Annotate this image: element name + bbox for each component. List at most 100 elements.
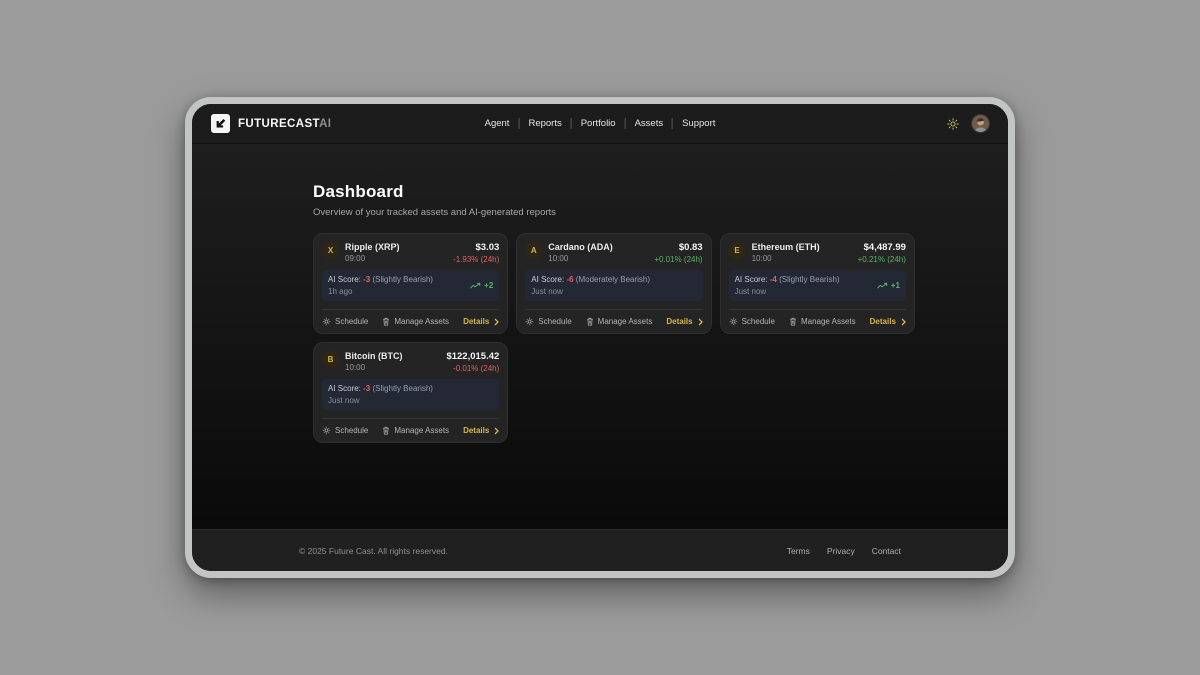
ai-sentiment: (Slightly Bearish) <box>373 275 433 284</box>
brand-name: FUTURECASTAI <box>238 118 331 130</box>
asset-change: +0.01% (24h) <box>654 255 702 264</box>
ai-score-label: AI Score: <box>328 384 361 393</box>
gear-icon <box>322 317 331 326</box>
schedule-button[interactable]: Schedule <box>322 317 368 326</box>
asset-letter-icon: E <box>729 242 746 259</box>
ai-score-label: AI Score: <box>735 275 768 284</box>
nav-separator <box>518 118 519 129</box>
asset-change: +0.21% (24h) <box>858 255 906 264</box>
brand[interactable]: FUTURECASTAI <box>211 114 331 133</box>
manage-assets-button[interactable]: Manage Assets <box>382 317 449 326</box>
nav-separator <box>571 118 572 129</box>
details-button[interactable]: Details <box>666 317 702 326</box>
divider <box>525 309 702 310</box>
chevron-right-icon <box>494 427 499 435</box>
asset-letter-icon: B <box>322 351 339 368</box>
page-subtitle: Overview of your tracked assets and AI-g… <box>313 207 887 218</box>
gear-icon <box>525 317 534 326</box>
ai-score-label: AI Score: <box>531 275 564 284</box>
footer-link-terms[interactable]: Terms <box>787 546 810 556</box>
asset-card-cardano: A Cardano (ADA) 10:00 $0.83 +0.01% (24h)… <box>516 233 711 334</box>
nav-item-reports[interactable]: Reports <box>528 118 561 129</box>
details-button[interactable]: Details <box>463 426 499 435</box>
asset-name: Ripple (XRP) <box>345 242 400 252</box>
ai-score-value: -4 <box>770 275 777 284</box>
schedule-button[interactable]: Schedule <box>729 317 775 326</box>
app-footer: © 2025 Future Cast. All rights reserved.… <box>192 529 1008 571</box>
manage-assets-button[interactable]: Manage Assets <box>586 317 653 326</box>
details-button[interactable]: Details <box>870 317 906 326</box>
trend-up-icon <box>470 282 481 290</box>
asset-time: 10:00 <box>548 254 613 263</box>
trash-icon <box>382 317 390 326</box>
divider <box>729 309 906 310</box>
asset-change: -0.01% (24h) <box>446 364 499 373</box>
asset-cards-grid: X Ripple (XRP) 09:00 $3.03 -1.93% (24h) … <box>313 233 887 443</box>
asset-time: 09:00 <box>345 254 400 263</box>
trash-icon <box>586 317 594 326</box>
chevron-right-icon <box>494 318 499 326</box>
trend-badge: +2 <box>470 281 493 290</box>
asset-price: $0.83 <box>654 242 702 253</box>
gear-icon <box>322 426 331 435</box>
schedule-button[interactable]: Schedule <box>525 317 571 326</box>
gear-icon <box>729 317 738 326</box>
ai-score-panel: AI Score: -4 (Slightly Bearish) Just now… <box>729 270 906 301</box>
topbar-right <box>945 115 989 132</box>
chevron-right-icon <box>901 318 906 326</box>
asset-letter-icon: A <box>525 242 542 259</box>
main-nav: Agent Reports Portfolio Assets Support <box>485 104 716 143</box>
ai-score-panel: AI Score: -3 (Slightly Bearish) Just now <box>322 379 499 410</box>
asset-name: Cardano (ADA) <box>548 242 613 252</box>
divider <box>322 418 499 419</box>
ai-score-panel: AI Score: -3 (Slightly Bearish) 1h ago +… <box>322 270 499 301</box>
page-title: Dashboard <box>313 182 887 202</box>
ai-sentiment: (Slightly Bearish) <box>779 275 839 284</box>
ai-score-value: -6 <box>566 275 573 284</box>
ai-updated: 1h ago <box>328 286 433 298</box>
nav-item-agent[interactable]: Agent <box>485 118 510 129</box>
details-button[interactable]: Details <box>463 317 499 326</box>
nav-separator <box>672 118 673 129</box>
nav-separator <box>625 118 626 129</box>
manage-assets-button[interactable]: Manage Assets <box>789 317 856 326</box>
copyright-text: © 2025 Future Cast. All rights reserved. <box>299 546 448 556</box>
asset-card-ethereum: E Ethereum (ETH) 10:00 $4,487.99 +0.21% … <box>720 233 915 334</box>
schedule-button[interactable]: Schedule <box>322 426 368 435</box>
ai-updated: Just now <box>328 395 433 407</box>
sun-icon[interactable] <box>945 116 961 132</box>
asset-price: $122,015.42 <box>446 351 499 362</box>
nav-item-portfolio[interactable]: Portfolio <box>581 118 616 129</box>
divider <box>322 309 499 310</box>
app-window: FUTURECASTAI Agent Reports Portfolio Ass… <box>185 97 1015 578</box>
asset-name: Ethereum (ETH) <box>752 242 820 252</box>
user-avatar[interactable] <box>972 115 989 132</box>
chevron-right-icon <box>698 318 703 326</box>
ai-score-value: -3 <box>363 275 370 284</box>
footer-link-privacy[interactable]: Privacy <box>827 546 855 556</box>
asset-price: $4,487.99 <box>858 242 906 253</box>
ai-sentiment: (Slightly Bearish) <box>373 384 433 393</box>
ai-score-value: -3 <box>363 384 370 393</box>
footer-link-contact[interactable]: Contact <box>872 546 901 556</box>
ai-score-label: AI Score: <box>328 275 361 284</box>
nav-item-support[interactable]: Support <box>682 118 715 129</box>
asset-price: $3.03 <box>453 242 499 253</box>
ai-updated: Just now <box>531 286 650 298</box>
asset-time: 10:00 <box>345 363 403 372</box>
asset-letter-icon: X <box>322 242 339 259</box>
asset-name: Bitcoin (BTC) <box>345 351 403 361</box>
asset-card-bitcoin: B Bitcoin (BTC) 10:00 $122,015.42 -0.01%… <box>313 342 508 443</box>
trend-up-icon <box>877 282 888 290</box>
ai-updated: Just now <box>735 286 840 298</box>
main-area: Dashboard Overview of your tracked asset… <box>192 144 1008 529</box>
brand-logo-icon <box>211 114 230 133</box>
manage-assets-button[interactable]: Manage Assets <box>382 426 449 435</box>
trash-icon <box>789 317 797 326</box>
ai-score-panel: AI Score: -6 (Moderately Bearish) Just n… <box>525 270 702 301</box>
nav-item-assets[interactable]: Assets <box>635 118 664 129</box>
asset-change: -1.93% (24h) <box>453 255 499 264</box>
ai-sentiment: (Moderately Bearish) <box>576 275 650 284</box>
trend-badge: +1 <box>877 281 900 290</box>
asset-time: 10:00 <box>752 254 820 263</box>
